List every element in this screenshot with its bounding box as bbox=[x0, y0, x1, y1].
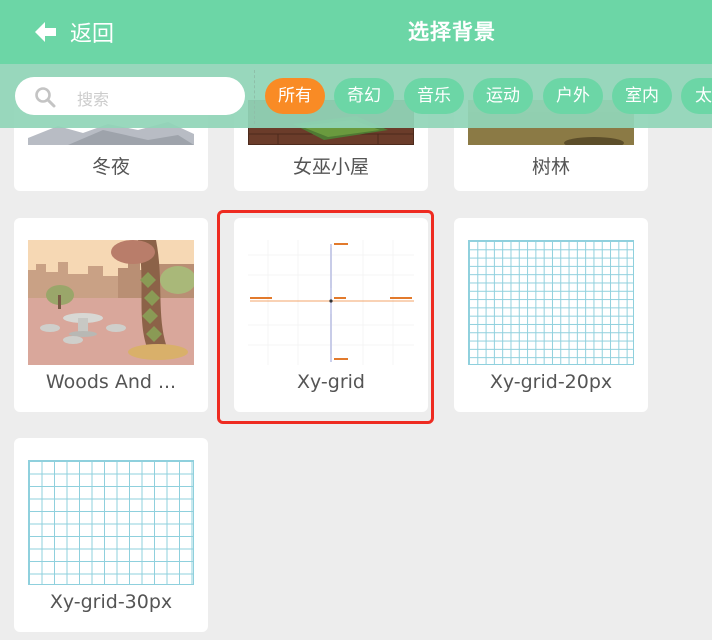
filter-outdoor[interactable]: 户外 bbox=[543, 78, 603, 114]
background-card-xy-grid-30px[interactable]: Xy-grid-30px bbox=[14, 438, 208, 632]
filter-indoor[interactable]: 室内 bbox=[612, 78, 672, 114]
xy-grid-20px-thumbnail bbox=[468, 240, 634, 365]
background-label: Xy-grid-20px bbox=[489, 371, 613, 393]
search-input[interactable]: 搜索 bbox=[15, 77, 245, 115]
woods-and-bench-thumbnail bbox=[28, 240, 194, 365]
filter-music[interactable]: 音乐 bbox=[404, 78, 464, 114]
filter-fantasy[interactable]: 奇幻 bbox=[334, 78, 394, 114]
filter-sports[interactable]: 运动 bbox=[473, 78, 533, 114]
search-placeholder: 搜索 bbox=[77, 90, 110, 109]
page-title: 选择背景 bbox=[408, 20, 496, 44]
selected-highlight bbox=[217, 210, 434, 424]
filter-divider bbox=[254, 70, 255, 124]
background-label: 冬夜 bbox=[91, 156, 130, 178]
background-label: 树林 bbox=[531, 156, 570, 178]
search-icon bbox=[35, 87, 56, 108]
top-bar: 返回 选择背景 bbox=[0, 0, 712, 64]
filter-more[interactable]: 太 bbox=[681, 78, 712, 114]
xy-grid-30px-thumbnail bbox=[28, 460, 194, 585]
background-card-woods-and-bench[interactable]: Woods And ... bbox=[14, 218, 208, 412]
background-label: 女巫小屋 bbox=[292, 156, 369, 178]
filter-all[interactable]: 所有 bbox=[265, 78, 325, 114]
background-card-xy-grid-20px[interactable]: Xy-grid-20px bbox=[454, 218, 648, 412]
filter-bar: 搜索 所有 奇幻 音乐 运动 户外 室内 太 bbox=[0, 64, 712, 128]
background-label: Woods And ... bbox=[45, 371, 177, 393]
background-label: Xy-grid-30px bbox=[49, 591, 173, 613]
